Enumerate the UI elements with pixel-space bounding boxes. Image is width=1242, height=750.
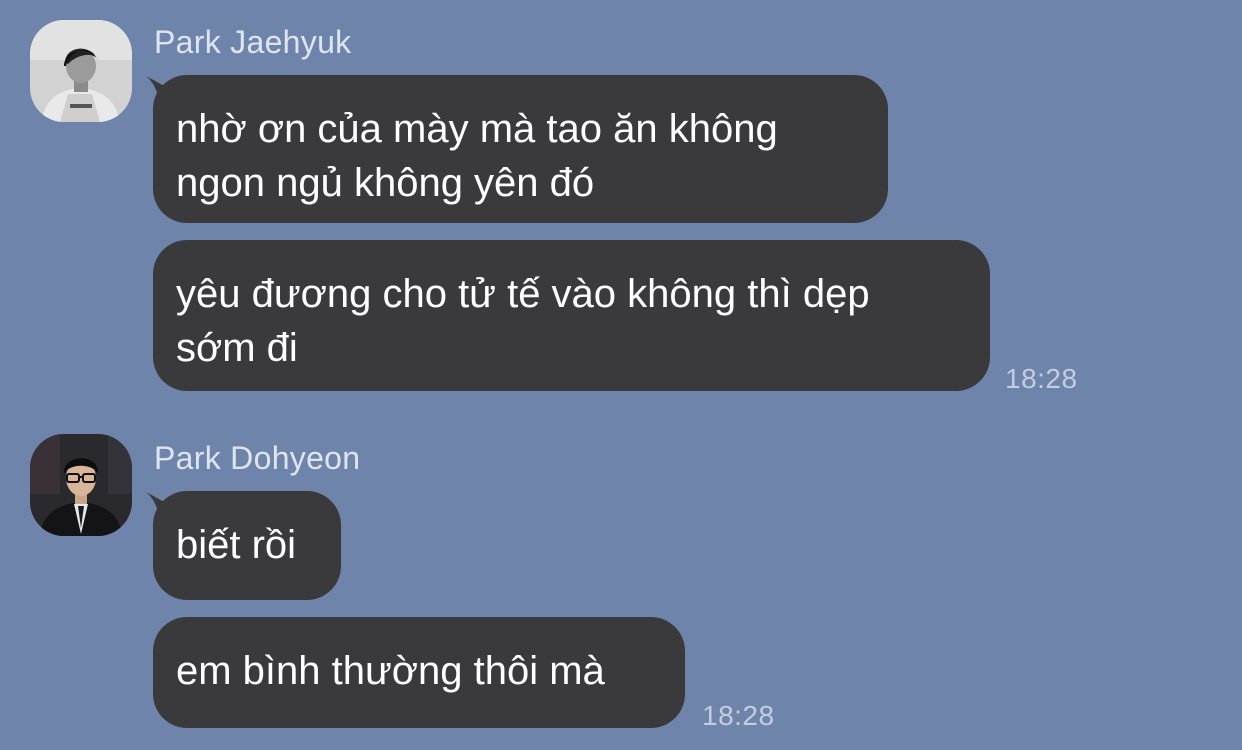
sender-name-park-jaehyuk: Park Jaehyuk: [154, 24, 352, 60]
message-bubble[interactable]: biết rồi: [153, 491, 341, 600]
message-text-line: sớm đi: [176, 326, 298, 370]
message-bubble[interactable]: em bình thường thôi mà: [153, 617, 685, 728]
profile-photo-grayscale-icon: [30, 20, 132, 122]
message-timestamp: 18:28: [1005, 363, 1078, 394]
message-text-line: nhờ ơn của mày mà tao ăn không: [176, 107, 778, 151]
message-text-line: biết rồi: [176, 523, 297, 567]
message-text-line: em bình thường thôi mà: [176, 649, 605, 693]
message-bubble[interactable]: nhờ ơn của mày mà tao ăn không ngon ngủ …: [153, 75, 888, 223]
message-text-line: ngon ngủ không yên đó: [176, 161, 595, 205]
message-text-line: yêu đương cho tử tế vào không thì dẹp: [176, 272, 870, 316]
message-bubble[interactable]: yêu đương cho tử tế vào không thì dẹp sớ…: [153, 240, 990, 391]
message-timestamp: 18:28: [702, 700, 775, 731]
avatar-park-dohyeon[interactable]: [30, 434, 132, 536]
chat-thread: Park Jaehyuk nhờ ơn của mày mà tao ăn kh…: [0, 0, 1242, 750]
avatar-park-jaehyuk[interactable]: [30, 20, 132, 122]
sender-name-park-dohyeon: Park Dohyeon: [154, 440, 361, 476]
profile-photo-dark-icon: [30, 434, 132, 536]
